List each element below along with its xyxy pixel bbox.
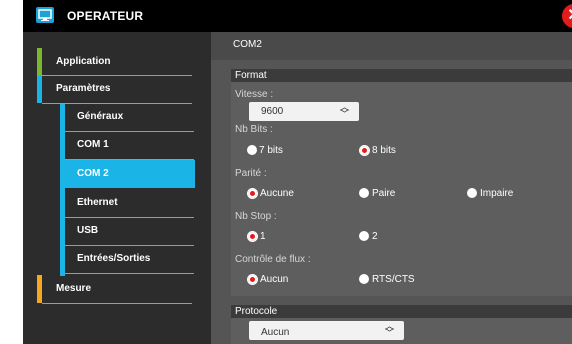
- window-title: OPERATEUR: [67, 9, 144, 23]
- sidebar-item-ethernet[interactable]: Ethernet: [65, 190, 194, 216]
- sidebar-item-parametres[interactable]: Paramètres: [42, 76, 192, 102]
- divider: [42, 303, 192, 304]
- vitesse-value: 9600: [261, 106, 284, 117]
- protocole-value: Aucun: [261, 327, 290, 338]
- nb-bits-label: Nb Bits :: [235, 124, 273, 135]
- sidebar-item-usb[interactable]: USB: [65, 218, 194, 244]
- parite-label: Parité :: [235, 168, 267, 179]
- parite-aucune-label: Aucune: [260, 188, 294, 199]
- operateur-window: OPERATEUR ✕ Application Paramètres Génér…: [23, 0, 572, 344]
- nb-bits-7-radio[interactable]: [247, 145, 257, 155]
- sidebar-item-generaux[interactable]: Généraux: [65, 104, 194, 130]
- nb-bits-8-radio[interactable]: [359, 145, 370, 156]
- sidebar-item-label: Généraux: [77, 111, 124, 122]
- nb-stop-1-label: 1: [260, 231, 266, 242]
- monitor-icon: [36, 7, 54, 23]
- format-group-title: Format: [235, 70, 267, 81]
- sidebar-item-application[interactable]: Application: [42, 49, 192, 75]
- controle-rts-cts-radio[interactable]: [359, 274, 369, 284]
- sidebar-item-entrees-sorties[interactable]: Entrées/Sorties: [65, 246, 194, 272]
- sidebar-item-label: Application: [56, 56, 111, 67]
- vitesse-select[interactable]: 9600 ︿ ﹀: [249, 102, 359, 121]
- nb-bits-8-label: 8 bits: [372, 145, 396, 156]
- sidebar-item-label: COM 1: [77, 139, 109, 150]
- sidebar-item-label: USB: [77, 225, 99, 236]
- sidebar-item-label: Ethernet: [77, 197, 118, 208]
- sidebar-item-label: COM 2: [77, 168, 109, 179]
- format-group-header: Format: [231, 69, 572, 82]
- parite-impaire-label: Impaire: [480, 188, 514, 199]
- sidebar: Application Paramètres Généraux COM 1 CO…: [23, 32, 211, 344]
- sidebar-item-label: Entrées/Sorties: [77, 253, 151, 264]
- sidebar-item-mesure[interactable]: Mesure: [42, 276, 192, 302]
- parite-paire-radio[interactable]: [359, 188, 369, 198]
- format-group-body: Vitesse : 9600 ︿ ﹀ Nb Bits : 7 bits 8 bit…: [231, 82, 572, 296]
- parite-paire-label: Paire: [372, 188, 396, 199]
- protocole-group-header: Protocole: [231, 305, 572, 318]
- page-title-bar: COM2: [211, 32, 572, 60]
- controle-flux-label: Contrôle de flux :: [235, 254, 311, 265]
- nb-stop-label: Nb Stop :: [235, 211, 277, 222]
- controle-aucun-label: Aucun: [260, 274, 289, 285]
- sidebar-item-com1[interactable]: COM 1: [65, 132, 194, 158]
- vitesse-label: Vitesse :: [235, 89, 274, 100]
- sidebar-item-label: Paramètres: [56, 83, 111, 94]
- close-icon[interactable]: ✕: [562, 4, 572, 28]
- parite-impaire-radio[interactable]: [467, 188, 477, 198]
- nb-stop-2-radio[interactable]: [359, 231, 369, 241]
- divider: [65, 273, 194, 274]
- content-panel: COM2 Format Vitesse : 9600 ︿ ﹀ Nb Bits : …: [211, 32, 572, 344]
- sidebar-item-com2[interactable]: COM 2: [65, 160, 195, 188]
- nb-stop-2-label: 2: [372, 231, 378, 242]
- protocole-group-title: Protocole: [235, 306, 278, 317]
- parite-aucune-radio[interactable]: [247, 188, 258, 199]
- title-bar: OPERATEUR ✕: [23, 0, 572, 32]
- page-title: COM2: [233, 39, 262, 50]
- protocole-group-body: Aucun ︿ ﹀: [231, 318, 572, 344]
- controle-aucun-radio[interactable]: [247, 274, 258, 285]
- up-down-chevron-icon: ︿ ﹀: [384, 321, 394, 338]
- nb-stop-1-radio[interactable]: [247, 231, 258, 242]
- nb-bits-7-label: 7 bits: [259, 145, 283, 156]
- sidebar-item-label: Mesure: [56, 283, 92, 294]
- protocole-select[interactable]: Aucun ︿ ﹀: [249, 321, 404, 340]
- controle-rts-cts-label: RTS/CTS: [372, 274, 415, 285]
- up-down-chevron-icon: ︿ ﹀: [339, 102, 349, 119]
